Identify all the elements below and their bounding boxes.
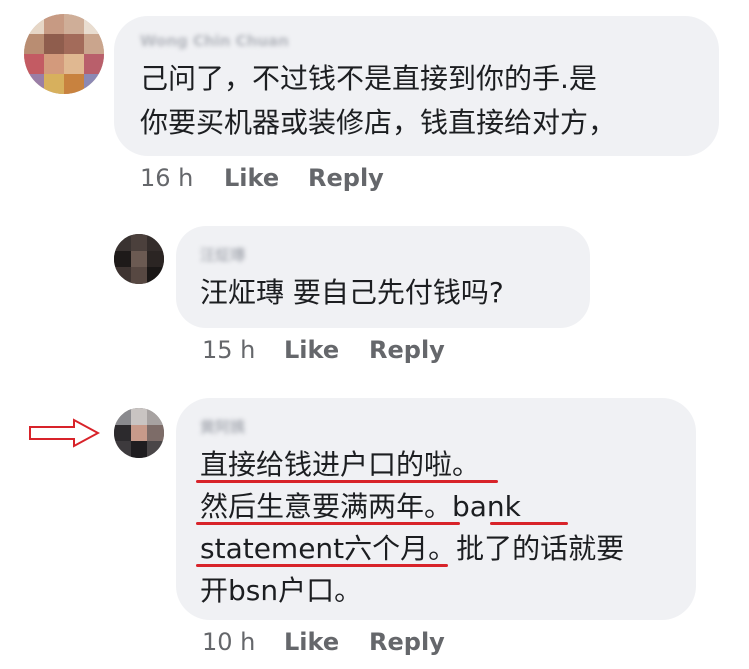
comment-author[interactable]: 汪炡瑼 bbox=[200, 244, 245, 265]
reply-button[interactable]: Reply bbox=[308, 164, 384, 192]
reply-button[interactable]: Reply bbox=[369, 336, 445, 364]
avatar[interactable] bbox=[114, 408, 164, 458]
avatar[interactable] bbox=[24, 14, 104, 94]
avatar[interactable] bbox=[114, 234, 164, 284]
avatar-image-icon bbox=[114, 234, 164, 284]
like-button[interactable]: Like bbox=[224, 164, 279, 192]
comment-text-line: 汪炡瑼 要自己先付钱吗? bbox=[200, 276, 504, 309]
comment-actions: 16 h Like Reply bbox=[140, 164, 440, 194]
reply-button[interactable]: Reply bbox=[369, 628, 445, 656]
comment-bubble: Wong Chin Chuan 己问了，不过钱不是直接到你的手.是 你要买机器或… bbox=[114, 16, 719, 156]
comment-actions: 15 h Like Reply bbox=[202, 336, 502, 366]
comment-author[interactable]: 黄阿姨 bbox=[200, 416, 245, 437]
comment-actions: 10 h Like Reply bbox=[202, 628, 502, 658]
like-button[interactable]: Like bbox=[284, 628, 339, 656]
comment-text-line: 开bsn户口。 bbox=[200, 574, 363, 607]
red-underline-annotation bbox=[196, 564, 448, 567]
red-underline-annotation bbox=[196, 480, 498, 483]
comment-bubble: 黄阿姨 直接给钱进户口的啦。 然后生意要满两年。bank statement六个… bbox=[176, 398, 696, 620]
comment-timestamp[interactable]: 16 h bbox=[140, 164, 193, 192]
comment-timestamp[interactable]: 15 h bbox=[202, 336, 255, 364]
comment-thread: Wong Chin Chuan 己问了，不过钱不是直接到你的手.是 你要买机器或… bbox=[0, 0, 749, 669]
like-button[interactable]: Like bbox=[284, 336, 339, 364]
red-underline-annotation bbox=[196, 522, 460, 525]
avatar-image-icon bbox=[114, 408, 164, 458]
red-underline-annotation bbox=[490, 522, 568, 525]
comment-timestamp[interactable]: 10 h bbox=[202, 628, 255, 656]
comment-bubble: 汪炡瑼 汪炡瑼 要自己先付钱吗? bbox=[176, 226, 590, 328]
comment-author[interactable]: Wong Chin Chuan bbox=[140, 32, 289, 50]
red-outline-arrow-icon bbox=[29, 418, 100, 448]
comment-text-line: 己问了，不过钱不是直接到你的手.是 bbox=[140, 62, 597, 95]
avatar-image-icon bbox=[24, 14, 104, 94]
comment-text-line: 你要买机器或装修店，钱直接给对方， bbox=[140, 106, 617, 139]
